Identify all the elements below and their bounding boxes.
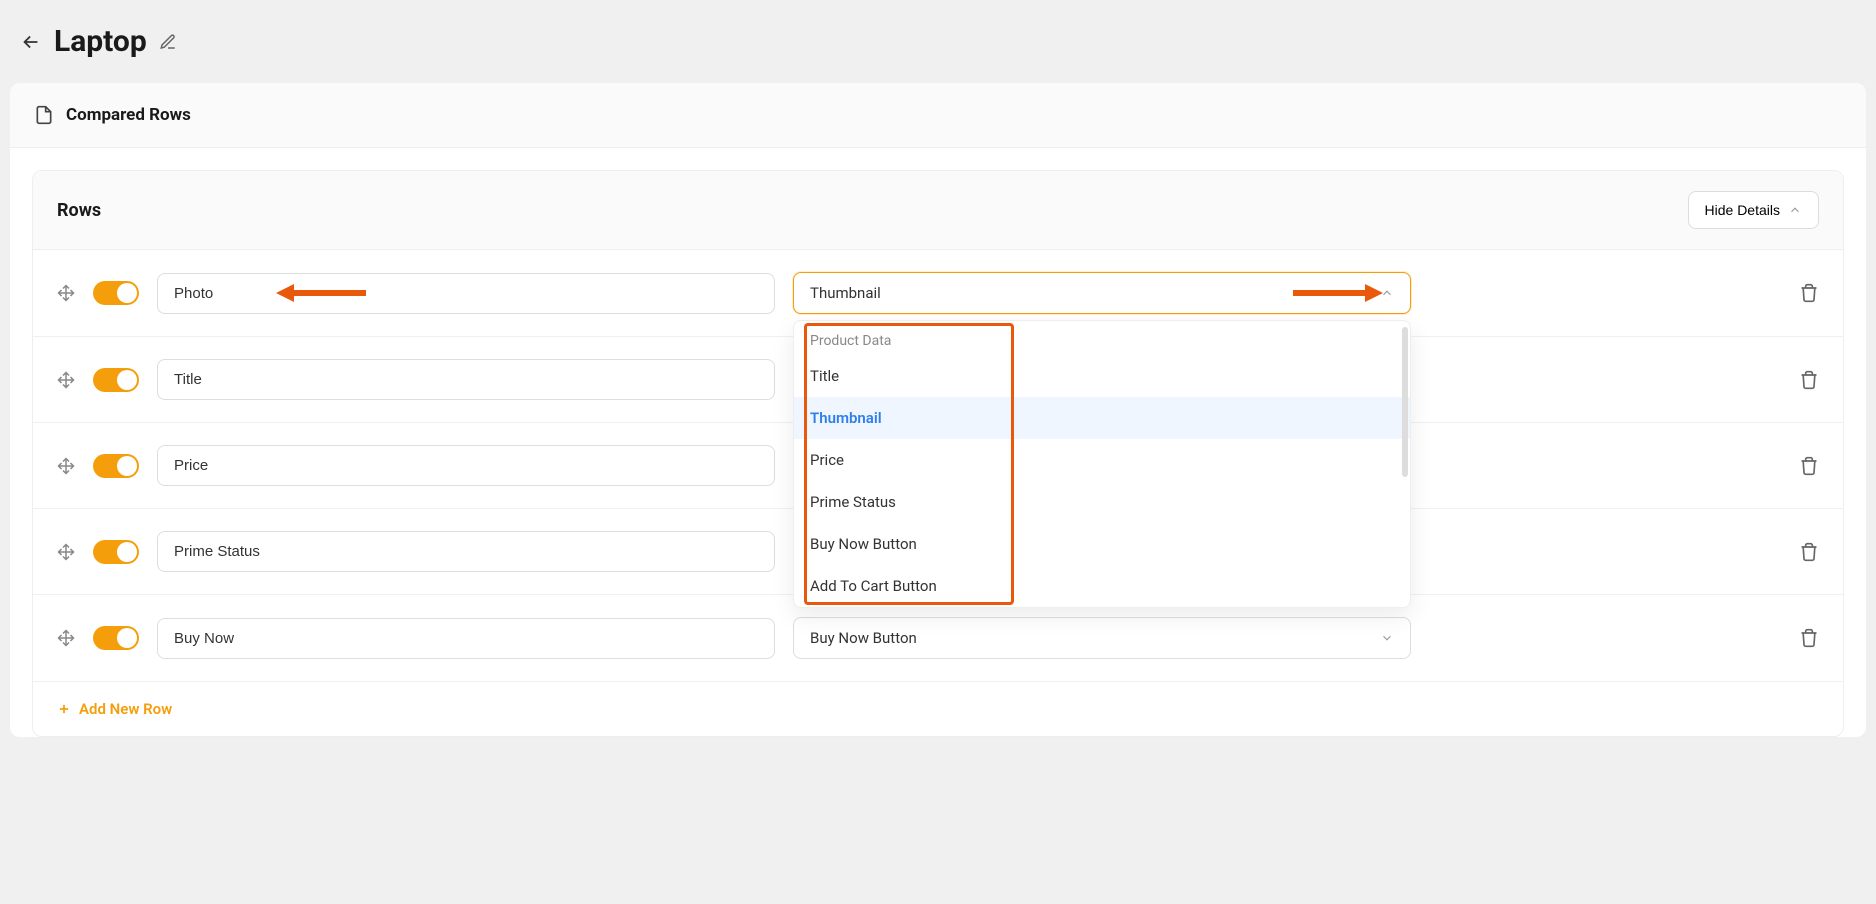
row-name-input[interactable]: [157, 531, 775, 572]
row-select-wrap: Buy Now Button: [793, 617, 1411, 659]
rows-header: Rows Hide Details: [33, 171, 1843, 250]
back-arrow-icon[interactable]: [20, 31, 42, 53]
card-title: Compared Rows: [66, 105, 191, 125]
dropdown-option[interactable]: Price: [794, 439, 1410, 481]
dropdown-option[interactable]: Prime Status: [794, 481, 1410, 523]
hide-details-label: Hide Details: [1705, 202, 1780, 218]
row-toggle[interactable]: [93, 454, 139, 478]
document-icon: [34, 105, 54, 125]
dropdown-option[interactable]: Add To Cart Button: [794, 565, 1410, 607]
drag-handle-icon[interactable]: [57, 629, 75, 647]
drag-handle-icon[interactable]: [57, 371, 75, 389]
hide-details-button[interactable]: Hide Details: [1688, 191, 1819, 229]
rows-title: Rows: [57, 200, 101, 221]
dropdown-group-label: Product Data: [794, 321, 1410, 355]
plus-icon: [57, 702, 71, 716]
drag-handle-icon[interactable]: [57, 457, 75, 475]
row-select-value: Buy Now Button: [810, 629, 917, 647]
row-name-input[interactable]: [157, 273, 775, 314]
compared-rows-card: Compared Rows Rows Hide Details T: [10, 83, 1866, 737]
row-toggle[interactable]: [93, 281, 139, 305]
row-name-input[interactable]: [157, 445, 775, 486]
scrollbar[interactable]: [1402, 327, 1408, 477]
row-item: Thumbnail Product Data Title Thumbnail P…: [33, 250, 1843, 337]
row-toggle[interactable]: [93, 368, 139, 392]
edit-icon[interactable]: [159, 33, 177, 51]
rows-panel: Rows Hide Details Thumbnail: [32, 170, 1844, 737]
chevron-up-icon: [1788, 203, 1802, 217]
delete-row-icon[interactable]: [1799, 283, 1819, 303]
dropdown-option[interactable]: Title: [794, 355, 1410, 397]
page-title: Laptop: [54, 24, 147, 59]
chevron-down-icon: [1380, 631, 1394, 645]
delete-row-icon[interactable]: [1799, 542, 1819, 562]
dropdown-option[interactable]: Thumbnail: [794, 397, 1410, 439]
row-select-value: Thumbnail: [810, 284, 881, 302]
row-select-wrap: Thumbnail Product Data Title Thumbnail P…: [793, 272, 1411, 314]
dropdown-option[interactable]: Buy Now Button: [794, 523, 1410, 565]
page-header: Laptop: [10, 10, 1866, 73]
row-toggle[interactable]: [93, 540, 139, 564]
row-item: Buy Now Button: [33, 595, 1843, 682]
drag-handle-icon[interactable]: [57, 543, 75, 561]
row-name-input[interactable]: [157, 618, 775, 659]
card-header: Compared Rows: [10, 83, 1866, 148]
delete-row-icon[interactable]: [1799, 628, 1819, 648]
row-type-select[interactable]: Buy Now Button: [793, 617, 1411, 659]
row-type-dropdown: Product Data Title Thumbnail Price Prime…: [793, 320, 1411, 608]
delete-row-icon[interactable]: [1799, 456, 1819, 476]
row-type-select[interactable]: Thumbnail: [793, 272, 1411, 314]
chevron-up-icon: [1380, 286, 1394, 300]
row-name-input[interactable]: [157, 359, 775, 400]
delete-row-icon[interactable]: [1799, 370, 1819, 390]
add-new-row-button[interactable]: Add New Row: [33, 682, 1843, 736]
add-new-row-label: Add New Row: [79, 700, 172, 718]
row-toggle[interactable]: [93, 626, 139, 650]
drag-handle-icon[interactable]: [57, 284, 75, 302]
